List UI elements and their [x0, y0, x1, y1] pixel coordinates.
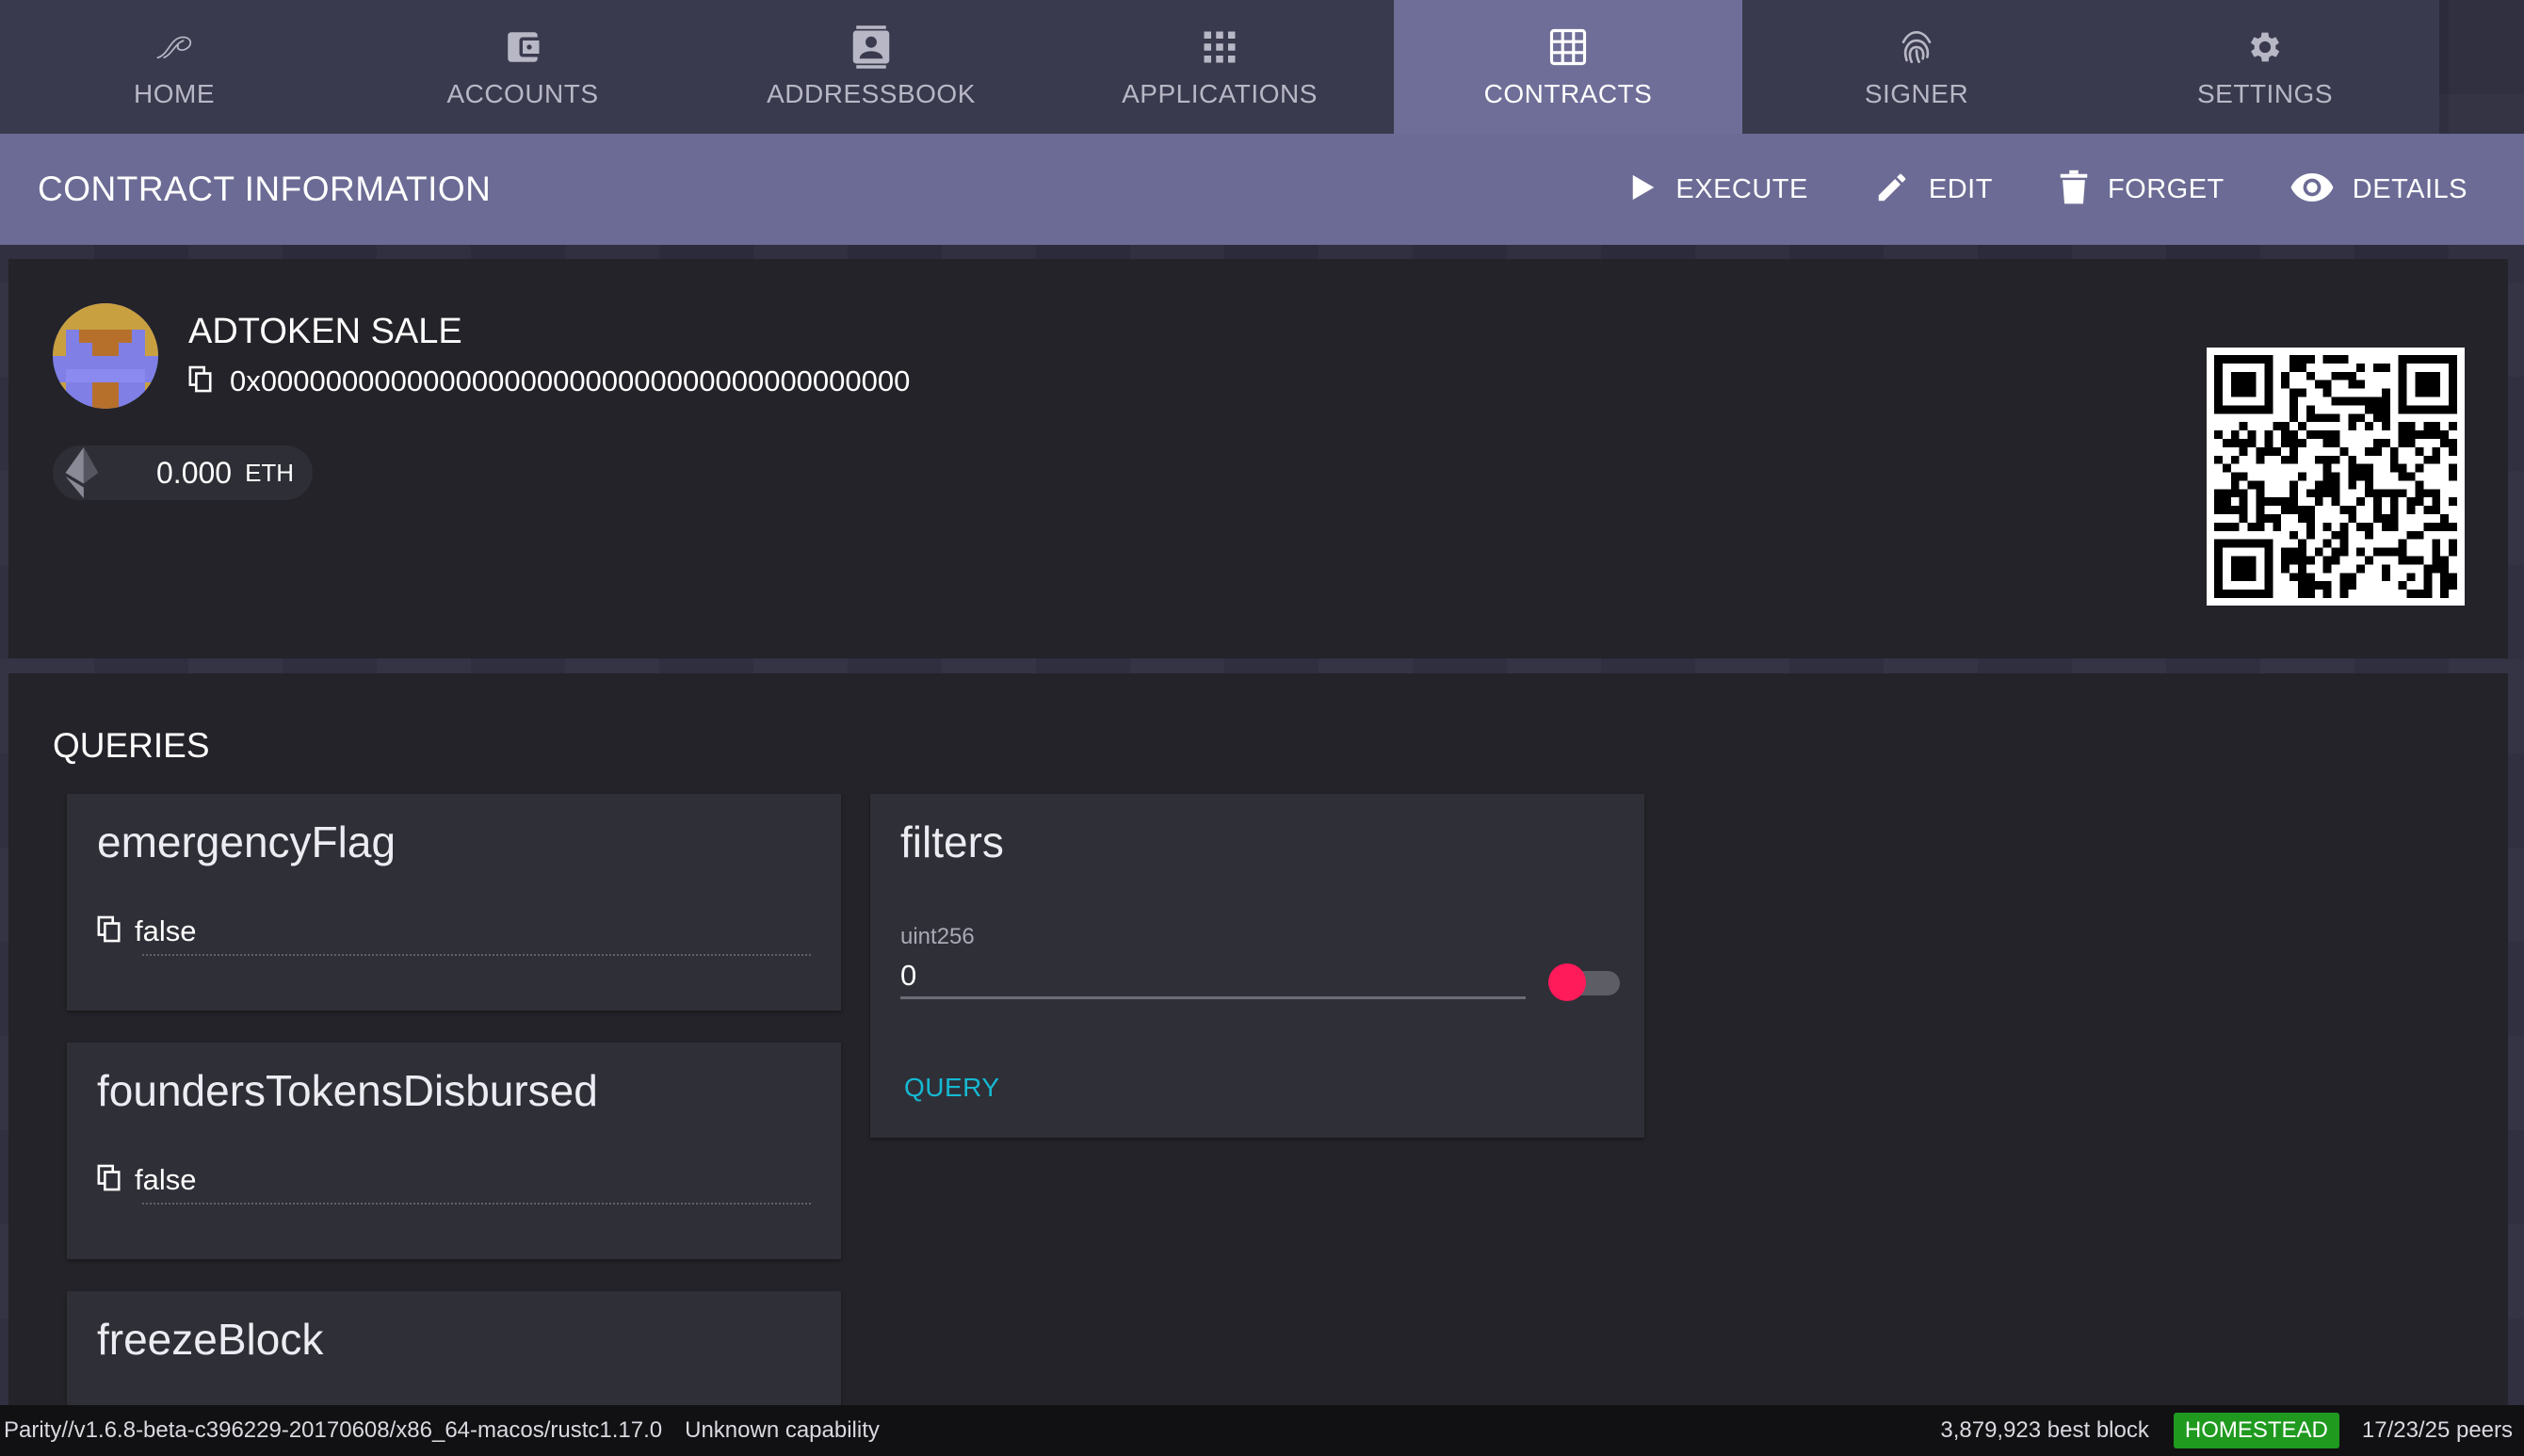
tab-contracts-label: CONTRACTS	[1483, 79, 1653, 108]
query-name: foundersTokensDisbursed	[97, 1066, 598, 1115]
query-card-emergency-flag: emergencyFlag false	[67, 794, 841, 1011]
trash-icon	[2059, 170, 2089, 210]
apps-grid-icon	[1197, 24, 1242, 70]
pencil-icon	[1874, 170, 1910, 210]
details-button[interactable]: DETAILS	[2290, 172, 2467, 206]
queries-panel: QUERIES emergencyFlag false foundersToke…	[8, 673, 2508, 1408]
contract-toolbar: CONTRACT INFORMATION EXECUTE EDIT FORGET…	[0, 134, 2524, 245]
wallet-icon	[500, 24, 545, 70]
tab-signer-label: SIGNER	[1864, 79, 1969, 108]
tab-applications[interactable]: APPLICATIONS	[1045, 0, 1394, 134]
query-card-filters: filters uint256 QUERY	[870, 794, 1644, 1138]
grid-table-icon	[1545, 24, 1591, 70]
balance-unit: ETH	[245, 458, 295, 487]
fingerprint-icon	[1894, 24, 1939, 70]
gear-icon	[2242, 24, 2288, 70]
toggle-thumb	[1548, 963, 1586, 1001]
copy-value-icon[interactable]	[97, 1164, 121, 1197]
contact-icon	[849, 24, 894, 70]
filters-param-toggle[interactable]	[1548, 963, 1624, 1001]
param-type-label: uint256	[900, 924, 975, 949]
filters-param-input[interactable]	[900, 954, 1526, 999]
query-value: false	[135, 1163, 197, 1196]
query-name: filters	[900, 817, 1004, 866]
balance-value: 0.000	[156, 455, 233, 490]
status-bar: Parity//v1.6.8-beta-c396229-20170608/x86…	[0, 1405, 2524, 1456]
contract-address-row: 0x00000000000000000000000000000000000000…	[188, 364, 910, 398]
query-value: false	[135, 914, 197, 947]
tab-signer[interactable]: SIGNER	[1742, 0, 2091, 134]
value-underline	[142, 1203, 811, 1205]
query-button[interactable]: QUERY	[904, 1073, 1000, 1103]
address-qr-code	[2207, 348, 2465, 606]
copy-value-icon[interactable]	[97, 915, 121, 948]
forget-button[interactable]: FORGET	[2059, 170, 2225, 210]
capability-status: Unknown capability	[685, 1417, 880, 1443]
forget-label: FORGET	[2107, 173, 2225, 204]
eye-icon	[2290, 172, 2334, 206]
page-title: CONTRACT INFORMATION	[38, 170, 492, 208]
contract-info-panel: ADTOKEN SALE 0x0000000000000000000000000…	[8, 259, 2508, 658]
query-name: emergencyFlag	[97, 817, 396, 866]
play-icon	[1630, 173, 1657, 206]
client-version: Parity//v1.6.8-beta-c396229-20170608/x86…	[4, 1417, 663, 1443]
tab-accounts-label: ACCOUNTS	[446, 79, 599, 108]
copy-address-icon[interactable]	[188, 365, 213, 398]
tab-settings[interactable]: SETTINGS	[2091, 0, 2439, 134]
best-block: 3,879,923 best block	[1940, 1417, 2149, 1443]
query-name: freezeBlock	[97, 1315, 324, 1364]
edit-button[interactable]: EDIT	[1874, 170, 1993, 210]
contract-identicon	[53, 303, 158, 409]
tab-addressbook[interactable]: ADDRESSBOOK	[697, 0, 1045, 134]
chain-badge: HOMESTEAD	[2173, 1413, 2339, 1448]
contract-address: 0x00000000000000000000000000000000000000…	[230, 364, 911, 397]
top-navigation: HOME ACCOUNTS ADDRESSBOOK APPLICATIONS C…	[0, 0, 2524, 134]
value-underline	[142, 954, 811, 956]
peer-count: 17/23/25 peers	[2361, 1417, 2513, 1443]
toolbar-actions: EXECUTE EDIT FORGET DETAILS	[1564, 170, 2467, 210]
tab-home[interactable]: HOME	[0, 0, 348, 134]
tab-addressbook-label: ADDRESSBOOK	[767, 79, 976, 108]
execute-button[interactable]: EXECUTE	[1630, 173, 1807, 206]
tab-accounts[interactable]: ACCOUNTS	[348, 0, 697, 134]
queries-title: QUERIES	[53, 726, 210, 765]
tab-applications-label: APPLICATIONS	[1122, 79, 1318, 108]
tab-settings-label: SETTINGS	[2196, 79, 2333, 108]
tab-contracts[interactable]: CONTRACTS	[1394, 0, 1742, 134]
details-label: DETAILS	[2352, 173, 2467, 204]
home-icon	[152, 24, 197, 70]
execute-label: EXECUTE	[1675, 173, 1808, 204]
contract-name: ADTOKEN SALE	[188, 312, 462, 351]
query-card-freeze-block: freezeBlock	[67, 1291, 841, 1408]
balance-chip: 0.000 ETH	[53, 445, 313, 500]
edit-label: EDIT	[1928, 173, 1993, 204]
tab-home-label: HOME	[134, 79, 215, 108]
status-right: 3,879,923 best block HOMESTEAD 17/23/25 …	[1940, 1413, 2513, 1448]
query-value-row: false	[97, 914, 196, 948]
ethereum-icon	[53, 445, 107, 500]
query-card-founders-tokens-disbursed: foundersTokensDisbursed false	[67, 1043, 841, 1259]
query-value-row: false	[97, 1163, 196, 1197]
